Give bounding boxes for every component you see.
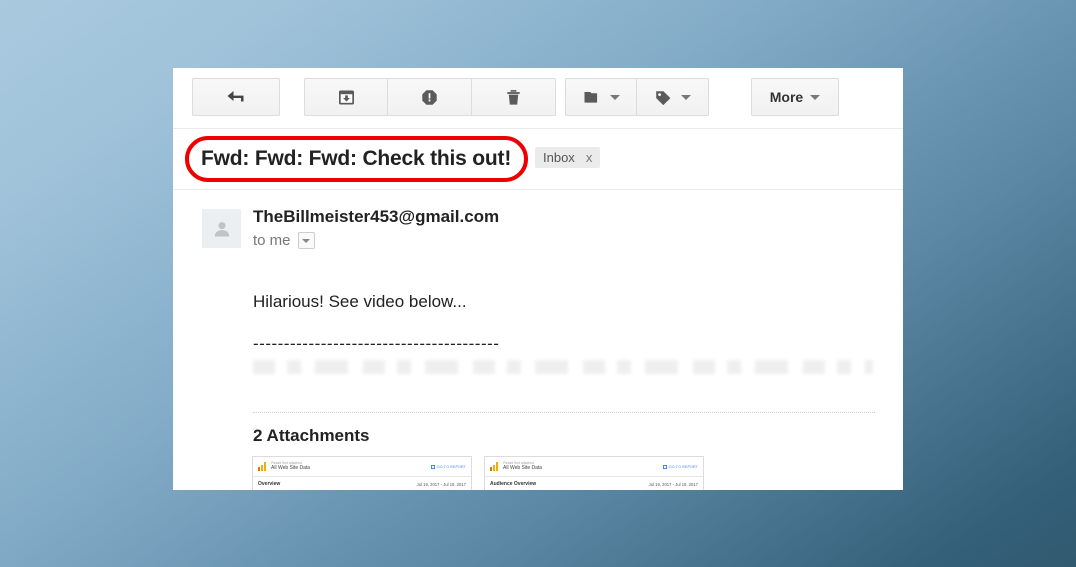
chevron-down-icon	[302, 238, 311, 243]
attachment-report-header: Please find attached All Web Site Data G…	[485, 457, 703, 477]
archive-button[interactable]	[304, 78, 388, 116]
recipient-label: to me	[253, 232, 291, 249]
attachment-report-name: Overview	[258, 481, 281, 487]
folder-icon	[584, 91, 597, 103]
spam-octagon-icon	[422, 89, 437, 105]
attachments-heading: 2 Attachments	[253, 426, 370, 445]
external-link-icon	[430, 464, 435, 469]
go-to-report-label: GO TO REPORT	[668, 464, 698, 469]
archive-icon	[338, 90, 354, 104]
label-chip-inbox[interactable]: Inbox x	[535, 147, 601, 168]
label-chip-text: Inbox	[543, 150, 575, 165]
action-button-group	[304, 78, 556, 116]
attachment-account: Please find attached All Web Site Data	[503, 461, 543, 472]
attachment-report-name: Audience Overview	[490, 481, 537, 487]
more-button[interactable]: More	[751, 78, 839, 116]
go-to-report-link[interactable]: GO TO REPORT	[430, 464, 466, 469]
person-icon	[214, 221, 229, 236]
attachment-thumbnail[interactable]: Please find attached All Web Site Data G…	[484, 456, 704, 490]
attachment-account: Please find attached All Web Site Data	[271, 461, 311, 472]
reply-arrow-icon	[227, 91, 244, 102]
attachment-list: Please find attached All Web Site Data G…	[252, 456, 704, 490]
label-chip-remove-icon[interactable]: x	[586, 150, 593, 165]
attachment-property: All Web Site Data	[503, 465, 543, 472]
message-body: Hilarious! See video below... ----------…	[173, 284, 903, 374]
message-toolbar: More	[173, 68, 903, 129]
attachment-date-range: Jul 19, 2017 - Jul 19, 2017	[648, 481, 698, 487]
go-to-report-label: GO TO REPORT	[436, 464, 466, 469]
report-spam-button[interactable]	[388, 78, 472, 116]
attachment-report-subheader: Overview Jul 19, 2017 - Jul 19, 2017	[253, 477, 471, 490]
attachment-thumbnail[interactable]: Please find attached All Web Site Data G…	[252, 456, 472, 490]
move-to-button[interactable]	[565, 78, 637, 116]
reply-button[interactable]	[192, 78, 280, 116]
recipient-line: to me	[253, 232, 315, 249]
subject-row: Fwd: Fwd: Fwd: Check this out! Inbox x	[173, 129, 903, 190]
external-link-icon	[662, 464, 667, 469]
more-button-group: More	[751, 78, 839, 116]
go-to-report-link[interactable]: GO TO REPORT	[662, 464, 698, 469]
attachment-property: All Web Site Data	[271, 465, 311, 472]
attachment-report-subheader: Audience Overview Jul 19, 2017 - Jul 19,…	[485, 477, 703, 490]
google-analytics-icon	[258, 462, 267, 471]
page-title: Fwd: Fwd: Fwd: Check this out!	[201, 147, 512, 170]
chevron-down-icon	[609, 94, 620, 100]
tag-icon	[656, 90, 671, 105]
body-separator-line: ----------------------------------------	[253, 334, 500, 353]
delete-button[interactable]	[472, 78, 556, 116]
organize-button-group	[565, 78, 709, 116]
chevron-down-icon	[810, 94, 821, 100]
attachments-divider	[253, 412, 875, 413]
more-button-label: More	[769, 89, 804, 105]
body-faded-text	[253, 360, 873, 374]
trash-icon	[507, 89, 520, 105]
recipient-details-toggle[interactable]	[297, 232, 315, 249]
attachment-report-header: Please find attached All Web Site Data G…	[253, 457, 471, 477]
sender-email[interactable]: TheBillmeister453@gmail.com	[253, 207, 499, 227]
google-analytics-icon	[490, 462, 499, 471]
avatar	[202, 209, 241, 248]
reply-button-group	[192, 78, 280, 116]
message-header: TheBillmeister453@gmail.com to me	[173, 190, 903, 284]
body-text-line: Hilarious! See video below...	[253, 292, 467, 311]
labels-button[interactable]	[637, 78, 709, 116]
email-message-panel: More Fwd: Fwd: Fwd: Check this out! Inbo…	[173, 68, 903, 490]
chevron-down-icon	[681, 94, 691, 100]
attachment-date-range: Jul 19, 2017 - Jul 19, 2017	[416, 481, 466, 487]
